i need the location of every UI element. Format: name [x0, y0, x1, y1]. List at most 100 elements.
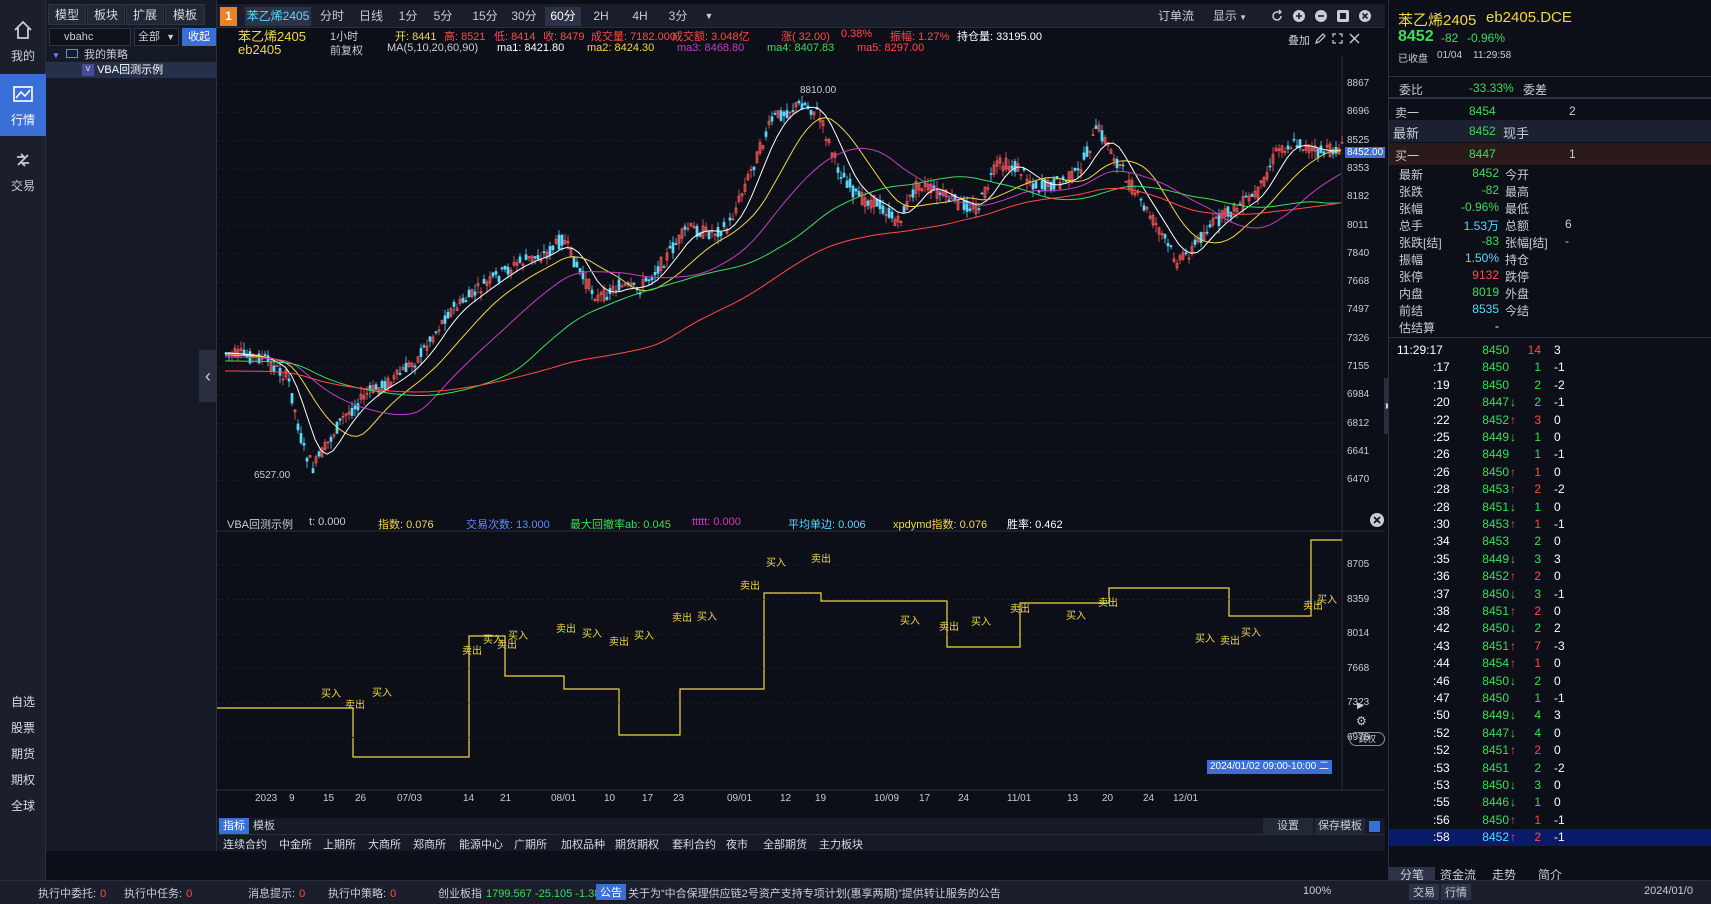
price-chart-canvas[interactable] [217, 28, 1385, 818]
exchange-nav-item[interactable]: 套利合约 [672, 836, 716, 852]
candle-body [632, 282, 636, 285]
candle-body [500, 267, 504, 270]
tick-volume: 2 [1534, 621, 1541, 636]
rail-link-global[interactable]: 全球 [0, 797, 46, 814]
tree-folder-label: 我的策略 [84, 49, 129, 61]
zoom-in-icon[interactable] [1292, 9, 1306, 23]
x-tick-label: 14 [463, 793, 475, 804]
tick-volume: 1 [1534, 691, 1541, 705]
zoom-level[interactable]: 100% [1303, 885, 1331, 897]
sell-signal-label: 卖出 [556, 624, 576, 635]
play-icon[interactable]: ▶ [1357, 700, 1364, 711]
left-rail: 我的 行情 交易 自选 股票 期货 期权 全球 [0, 0, 46, 904]
tick-oi-change: -1 [1554, 830, 1565, 845]
period-tab[interactable]: 分时 [314, 7, 350, 26]
tab-indicator[interactable]: 指标 [219, 818, 249, 834]
period-tab[interactable]: 15分 [467, 7, 503, 26]
x-tick-label: 12/01 [1173, 793, 1199, 804]
status-tab[interactable]: 行情 [1441, 884, 1471, 900]
rail-link-watchlist[interactable]: 自选 [0, 693, 46, 710]
collapse-button[interactable]: 收起 [182, 28, 216, 46]
tick-time: :42 [1433, 621, 1450, 636]
status-tab[interactable]: 交易 [1409, 884, 1439, 900]
period-tab[interactable]: 日线 [353, 7, 389, 26]
rail-home[interactable]: 我的 [0, 10, 46, 72]
rail-link-stocks[interactable]: 股票 [0, 719, 46, 736]
collapse-left-arrow-icon[interactable]: ‹ [199, 350, 217, 402]
screenshot-icon[interactable] [1336, 9, 1350, 23]
indicator-stat: 平均单边: 0.006 [788, 516, 866, 532]
zoom-out-icon[interactable] [1314, 9, 1328, 23]
buy-signal-label: 买入 [582, 629, 602, 640]
exchange-nav-item[interactable]: 郑商所 [413, 836, 446, 852]
period-tab[interactable]: 1分 [392, 7, 424, 26]
exchange-nav-item[interactable]: 全部期货 [763, 836, 807, 852]
exchange-nav-item[interactable]: 上期所 [323, 836, 356, 852]
tick-time: :56 [1433, 812, 1450, 827]
tree-folder[interactable]: ▼ 我的策略 [52, 47, 128, 63]
period-tab[interactable]: 30分 [506, 7, 542, 26]
period-tab[interactable]: 3分 [662, 7, 694, 26]
symbol-tab[interactable]: 苯乙烯2405 [245, 7, 311, 26]
exchange-nav-item[interactable]: 广期所 [514, 836, 547, 852]
x-tick-label: 08/01 [551, 793, 577, 804]
adjust-label: 调权 [1357, 734, 1376, 744]
tick-oi-change: -2 [1554, 482, 1565, 497]
tab-template[interactable]: 模板 [165, 4, 205, 25]
stat-label: 张幅 [1399, 202, 1424, 216]
chart-area[interactable]: 苯乙烯2405 eb2405 1小时 前复权 MA(5,10,20,60,90)… [199, 28, 1394, 818]
tab-model[interactable]: 模型 [48, 4, 86, 25]
notice-tag[interactable]: 公告 [596, 884, 626, 900]
display-dropdown[interactable]: 显示 ▼ [1210, 7, 1250, 26]
minimize-panel-icon[interactable] [1369, 821, 1380, 832]
period-tab[interactable]: 5分 [427, 7, 459, 26]
refresh-icon[interactable] [1270, 9, 1284, 23]
exchange-nav-item[interactable]: 主力板块 [819, 836, 863, 852]
tab-extend[interactable]: 扩展 [126, 4, 164, 25]
stat-label: 内盘 [1399, 287, 1424, 301]
tree-item-strategy[interactable]: V VBA回测示例 [46, 62, 217, 78]
rail-link-options[interactable]: 期权 [0, 771, 46, 788]
tab-sector[interactable]: 板块 [87, 4, 125, 25]
candle-body [452, 301, 456, 307]
exchange-nav-item[interactable]: 加权品种 [561, 836, 605, 852]
tick-price: 8450 [1482, 377, 1509, 392]
tick-time: :37 [1433, 586, 1450, 601]
tick-volume: 2 [1534, 673, 1541, 688]
period-tab-active[interactable]: 60分 [545, 7, 581, 26]
tick-oi-change: 3 [1554, 708, 1561, 723]
exchange-nav-item[interactable]: 连续合约 [223, 836, 267, 852]
order-flow-button[interactable]: 订单流 [1151, 7, 1201, 26]
adjust-button[interactable]: 调权 [1349, 732, 1385, 746]
divider [1389, 76, 1711, 77]
tick-price: 8449 [1482, 551, 1509, 566]
rail-trade[interactable]: 交易 [0, 140, 46, 202]
more-periods-dropdown[interactable]: ▼ [699, 7, 719, 26]
exchange-nav-item[interactable]: 夜市 [726, 836, 748, 852]
close-icon[interactable] [1358, 9, 1372, 23]
rail-link-futures[interactable]: 期货 [0, 745, 46, 762]
scope-dropdown[interactable]: 全部 ▼ [134, 28, 179, 46]
save-template-button[interactable]: 保存模板 [1315, 818, 1365, 834]
rail-market[interactable]: 行情 [0, 74, 46, 136]
indicator-stat-value: 13.000 [516, 519, 550, 531]
tab-template[interactable]: 模板 [253, 818, 275, 834]
indicator-stat-value: 0.045 [643, 519, 671, 531]
gear-icon[interactable]: ⚙ [1356, 714, 1367, 728]
exchange-nav-item[interactable]: 能源中心 [459, 836, 503, 852]
close-indicator-icon[interactable] [1369, 512, 1385, 528]
indicator-stat-label: t: [309, 516, 316, 528]
search-input[interactable] [49, 28, 131, 46]
candle-body [374, 384, 378, 390]
notice-text[interactable]: 关于为“中合保理供应链2号资产支持专项计划(惠享两期)”提供转让服务的公告 [628, 885, 1098, 901]
exchange-nav-item[interactable]: 中金所 [279, 836, 312, 852]
exchange-nav-item[interactable]: 期货期权 [615, 836, 659, 852]
tick-row: :55 8446 ↓ 1 0 [1389, 794, 1711, 811]
exchange-nav-item[interactable]: 大商所 [368, 836, 401, 852]
tick-oi-change: 0 [1554, 656, 1561, 671]
settings-button[interactable]: 设置 [1263, 818, 1313, 834]
window-badge[interactable]: 1 [220, 7, 237, 26]
period-tab[interactable]: 2H [585, 7, 617, 26]
stat-value-2: 6 [1565, 217, 1572, 231]
period-tab[interactable]: 4H [622, 7, 658, 26]
